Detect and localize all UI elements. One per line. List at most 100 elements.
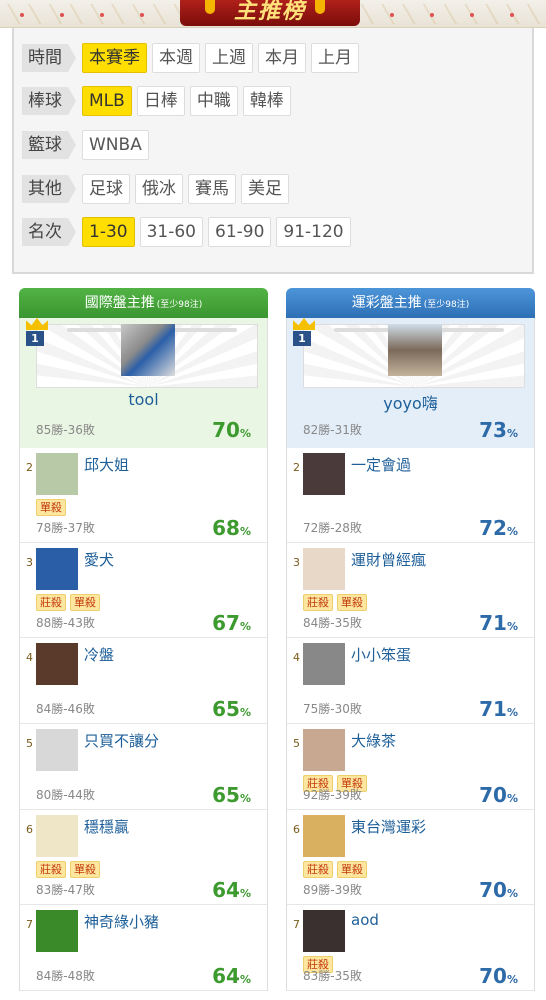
avatar[interactable] [36, 910, 78, 952]
win-loss-record: 92勝-39敗 [303, 788, 362, 802]
player-name[interactable]: 冷盤 [84, 644, 114, 665]
badge: 莊殺 [303, 594, 333, 611]
badge-group: 莊殺 單殺 [303, 861, 371, 878]
avatar[interactable] [303, 548, 345, 590]
avatar[interactable] [36, 548, 78, 590]
list-item[interactable]: 7 神奇綠小豬 84勝-48敗 64% [19, 905, 268, 991]
avatar[interactable] [36, 729, 78, 771]
filter-option[interactable]: 俄冰 [135, 173, 183, 204]
player-name[interactable]: 一定會過 [351, 454, 411, 475]
column-note: (至少98注) [423, 300, 470, 310]
filter-option[interactable]: 本月 [258, 42, 306, 73]
player-name[interactable]: 大綠茶 [351, 730, 396, 751]
filter-option[interactable]: 1-30 [82, 217, 135, 248]
win-loss-record: 84勝-46敗 [36, 702, 95, 716]
list-item[interactable]: 6 穩穩贏 莊殺 單殺 83勝-47敗 64% [19, 810, 268, 905]
banner: 主推榜 [0, 0, 546, 28]
filter-option[interactable]: 美足 [241, 173, 289, 204]
win-loss-record: 82勝-31敗 [303, 423, 362, 437]
badge: 單殺 [337, 861, 367, 878]
list-item[interactable]: 4 小小笨蛋 75勝-30敗 71% [286, 638, 535, 724]
rank-1-card[interactable]: 1 tool 85勝-36敗 70% [19, 318, 268, 448]
badge: 莊殺 [36, 861, 66, 878]
player-name[interactable]: aod [351, 911, 379, 929]
win-loss-record: 80勝-44敗 [36, 788, 95, 802]
column-note: (至少98注) [156, 300, 203, 310]
list-item[interactable]: 5 只買不讓分 80勝-44敗 65% [19, 724, 268, 810]
list-item[interactable]: 5 大綠茶 莊殺 單殺 92勝-39敗 70% [286, 724, 535, 810]
list-item[interactable]: 2 一定會過 72勝-28敗 72% [286, 448, 535, 543]
win-percentage: 64% [212, 878, 251, 902]
trophy-icon [315, 0, 325, 14]
rank-number: 7 [26, 918, 33, 931]
crown-icon: 1 [293, 318, 317, 346]
rank-number: 1 [26, 331, 44, 346]
player-name[interactable]: 小小笨蛋 [351, 644, 411, 665]
rank-number: 1 [293, 331, 311, 346]
filter-row: 名次 1-30 31-60 61-90 91-120 [22, 210, 524, 254]
lottery-column: 運彩盤主推 (至少98注) 1 yoyo嗨 82勝-31敗 73% 2 一定會過 … [286, 288, 535, 991]
filter-option[interactable]: 91-120 [276, 217, 351, 248]
rank-number: 5 [293, 737, 300, 750]
badge: 莊殺 [36, 594, 66, 611]
filter-option[interactable]: 本賽季 [82, 42, 147, 73]
win-percentage: 67% [212, 611, 251, 635]
avatar[interactable] [36, 815, 78, 857]
player-name[interactable]: 愛犬 [84, 549, 114, 570]
list-item[interactable]: 4 冷盤 84勝-46敗 65% [19, 638, 268, 724]
win-percentage: 65% [212, 697, 251, 721]
filter-option[interactable]: 31-60 [139, 217, 203, 248]
player-name[interactable]: yoyo嗨 [287, 390, 534, 414]
rank-number: 4 [26, 651, 33, 664]
player-name[interactable]: 東台灣運彩 [351, 816, 426, 837]
avatar[interactable] [303, 729, 345, 771]
rank-1-card[interactable]: 1 yoyo嗨 82勝-31敗 73% [286, 318, 535, 448]
avatar[interactable] [388, 324, 442, 376]
filter-option[interactable]: 上月 [311, 42, 359, 73]
filter-option[interactable]: 賽馬 [188, 173, 236, 204]
filter-option[interactable]: 上週 [205, 42, 253, 73]
rank-number: 3 [293, 556, 300, 569]
rank-number: 2 [26, 461, 33, 474]
list-item[interactable]: 3 運財曾經瘋 莊殺 單殺 84勝-35敗 71% [286, 543, 535, 638]
badge-group: 莊殺 單殺 [36, 594, 104, 611]
avatar[interactable] [36, 453, 78, 495]
player-name[interactable]: 運財曾經瘋 [351, 549, 426, 570]
list-item[interactable]: 3 愛犬 莊殺 單殺 88勝-43敗 67% [19, 543, 268, 638]
player-name[interactable]: 邱大姐 [84, 454, 129, 475]
player-name[interactable]: tool [20, 390, 267, 409]
win-loss-record: 83勝-35敗 [303, 969, 362, 983]
filter-option[interactable]: 足球 [82, 173, 130, 204]
filter-option[interactable]: MLB [82, 86, 132, 117]
badge-group: 莊殺 單殺 [36, 861, 104, 878]
list-item[interactable]: 7 aod 莊殺 83勝-35敗 70% [286, 905, 535, 991]
avatar[interactable] [36, 643, 78, 685]
player-name[interactable]: 只買不讓分 [84, 730, 159, 751]
filter-option[interactable]: 中職 [189, 86, 238, 117]
filter-option[interactable]: 61-90 [208, 217, 272, 248]
badge: 單殺 [70, 594, 100, 611]
list-item[interactable]: 6 東台灣運彩 莊殺 單殺 89勝-39敗 70% [286, 810, 535, 905]
player-name[interactable]: 穩穩贏 [84, 816, 129, 837]
filter-option[interactable]: WNBA [82, 129, 149, 160]
rank-number: 2 [293, 461, 300, 474]
win-loss-record: 72勝-28敗 [303, 521, 362, 535]
win-loss-record: 78勝-37敗 [36, 521, 95, 535]
filter-option[interactable]: 日棒 [136, 86, 185, 117]
filter-option[interactable]: 韓棒 [242, 86, 291, 117]
international-column: 國際盤主推 (至少98注) 1 tool 85勝-36敗 70% 2 邱大姐 單殺… [19, 288, 268, 991]
player-name[interactable]: 神奇綠小豬 [84, 911, 159, 932]
avatar[interactable] [303, 815, 345, 857]
avatar[interactable] [121, 324, 175, 376]
avatar[interactable] [303, 643, 345, 685]
list-item[interactable]: 2 邱大姐 單殺 78勝-37敗 68% [19, 448, 268, 543]
avatar[interactable] [303, 910, 345, 952]
avatar[interactable] [303, 453, 345, 495]
badge: 單殺 [70, 861, 100, 878]
rank-number: 7 [293, 918, 300, 931]
column-header: 國際盤主推 (至少98注) [19, 288, 268, 318]
win-loss-record: 83勝-47敗 [36, 883, 95, 897]
filter-category-label: 時間 [22, 43, 76, 72]
badge: 單殺 [36, 499, 66, 516]
filter-option[interactable]: 本週 [152, 42, 200, 73]
